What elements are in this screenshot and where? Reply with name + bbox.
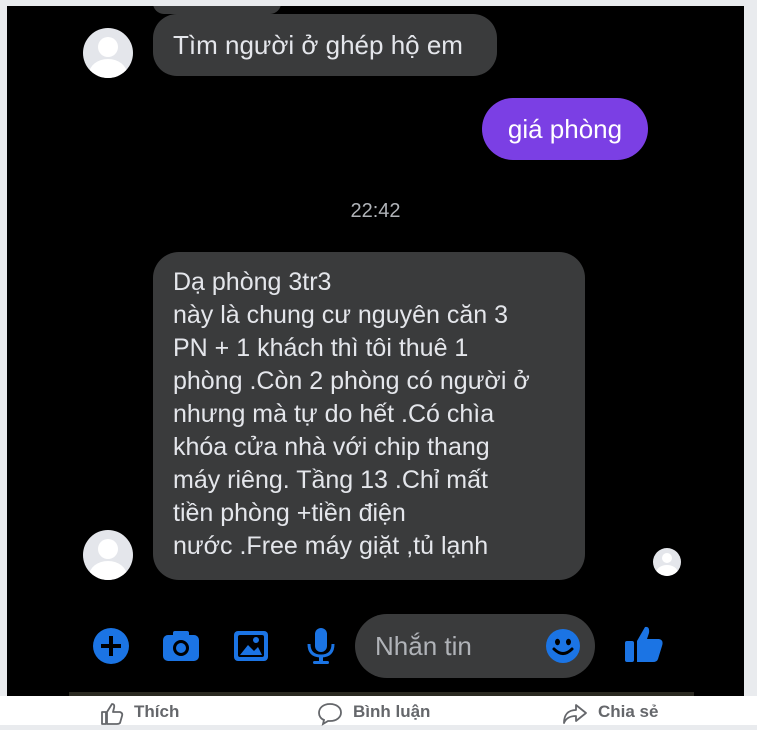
plus-icon[interactable] [91,626,131,666]
message-line: tiền phòng +tiền điện [173,499,406,527]
comment-icon [318,703,342,726]
contact-avatar[interactable] [83,530,133,580]
post-action-bar: Thích Bình luận Chia sẻ [0,696,757,726]
incoming-message[interactable]: Tìm người ở ghép hộ em [153,14,497,76]
thumbs-up-icon[interactable] [623,623,665,665]
message-input[interactable] [375,628,535,664]
incoming-long-message[interactable]: Dạ phòng 3tr3 này là chung cư nguyên căn… [153,252,585,580]
avatar-body [89,59,127,78]
microphone-icon[interactable] [301,626,341,666]
share-button[interactable]: Chia sẻ [562,702,658,730]
share-icon [563,704,587,724]
comment-button[interactable]: Bình luận [317,702,430,730]
seen-avatar-body [656,565,678,576]
like-label: Thích [134,702,180,721]
camera-icon[interactable] [161,626,201,666]
message-line: PN + 1 khách thì tôi thuê 1 [173,334,469,362]
comment-label: Bình luận [353,702,431,721]
image-icon[interactable] [231,626,271,666]
like-button[interactable]: Thích [100,702,179,730]
avatar-head [98,37,118,57]
contact-avatar[interactable] [83,28,133,78]
seen-receipt-avatar [653,548,681,576]
message-line: này là chung cư nguyên căn 3 [173,301,509,329]
emoji-icon[interactable] [545,628,581,664]
seen-avatar-head [662,553,672,563]
avatar-body [89,561,127,580]
message-line: nhưng mà tự do hết .Có chìa [173,400,495,428]
message-timestamp: 22:42 [350,200,401,222]
previous-message-bubble [153,6,281,14]
message-line: máy riêng. Tầng 13 .Chỉ mất [173,466,488,494]
share-label: Chia sẻ [598,702,659,721]
message-line: Dạ phòng 3tr3 [173,268,332,296]
messenger-screenshot: Tìm người ở ghép hộ em giá phòng 22:42 D… [7,6,744,696]
message-composer[interactable] [355,614,595,678]
outgoing-message[interactable]: giá phòng [482,98,648,160]
message-line: nước .Free máy giặt ,tủ lạnh [173,532,489,560]
avatar-head [98,539,118,559]
like-icon [101,703,124,725]
message-line: khóa cửa nhà với chip thang [173,433,490,461]
message-line: phòng .Còn 2 phòng có người ở [173,367,530,395]
